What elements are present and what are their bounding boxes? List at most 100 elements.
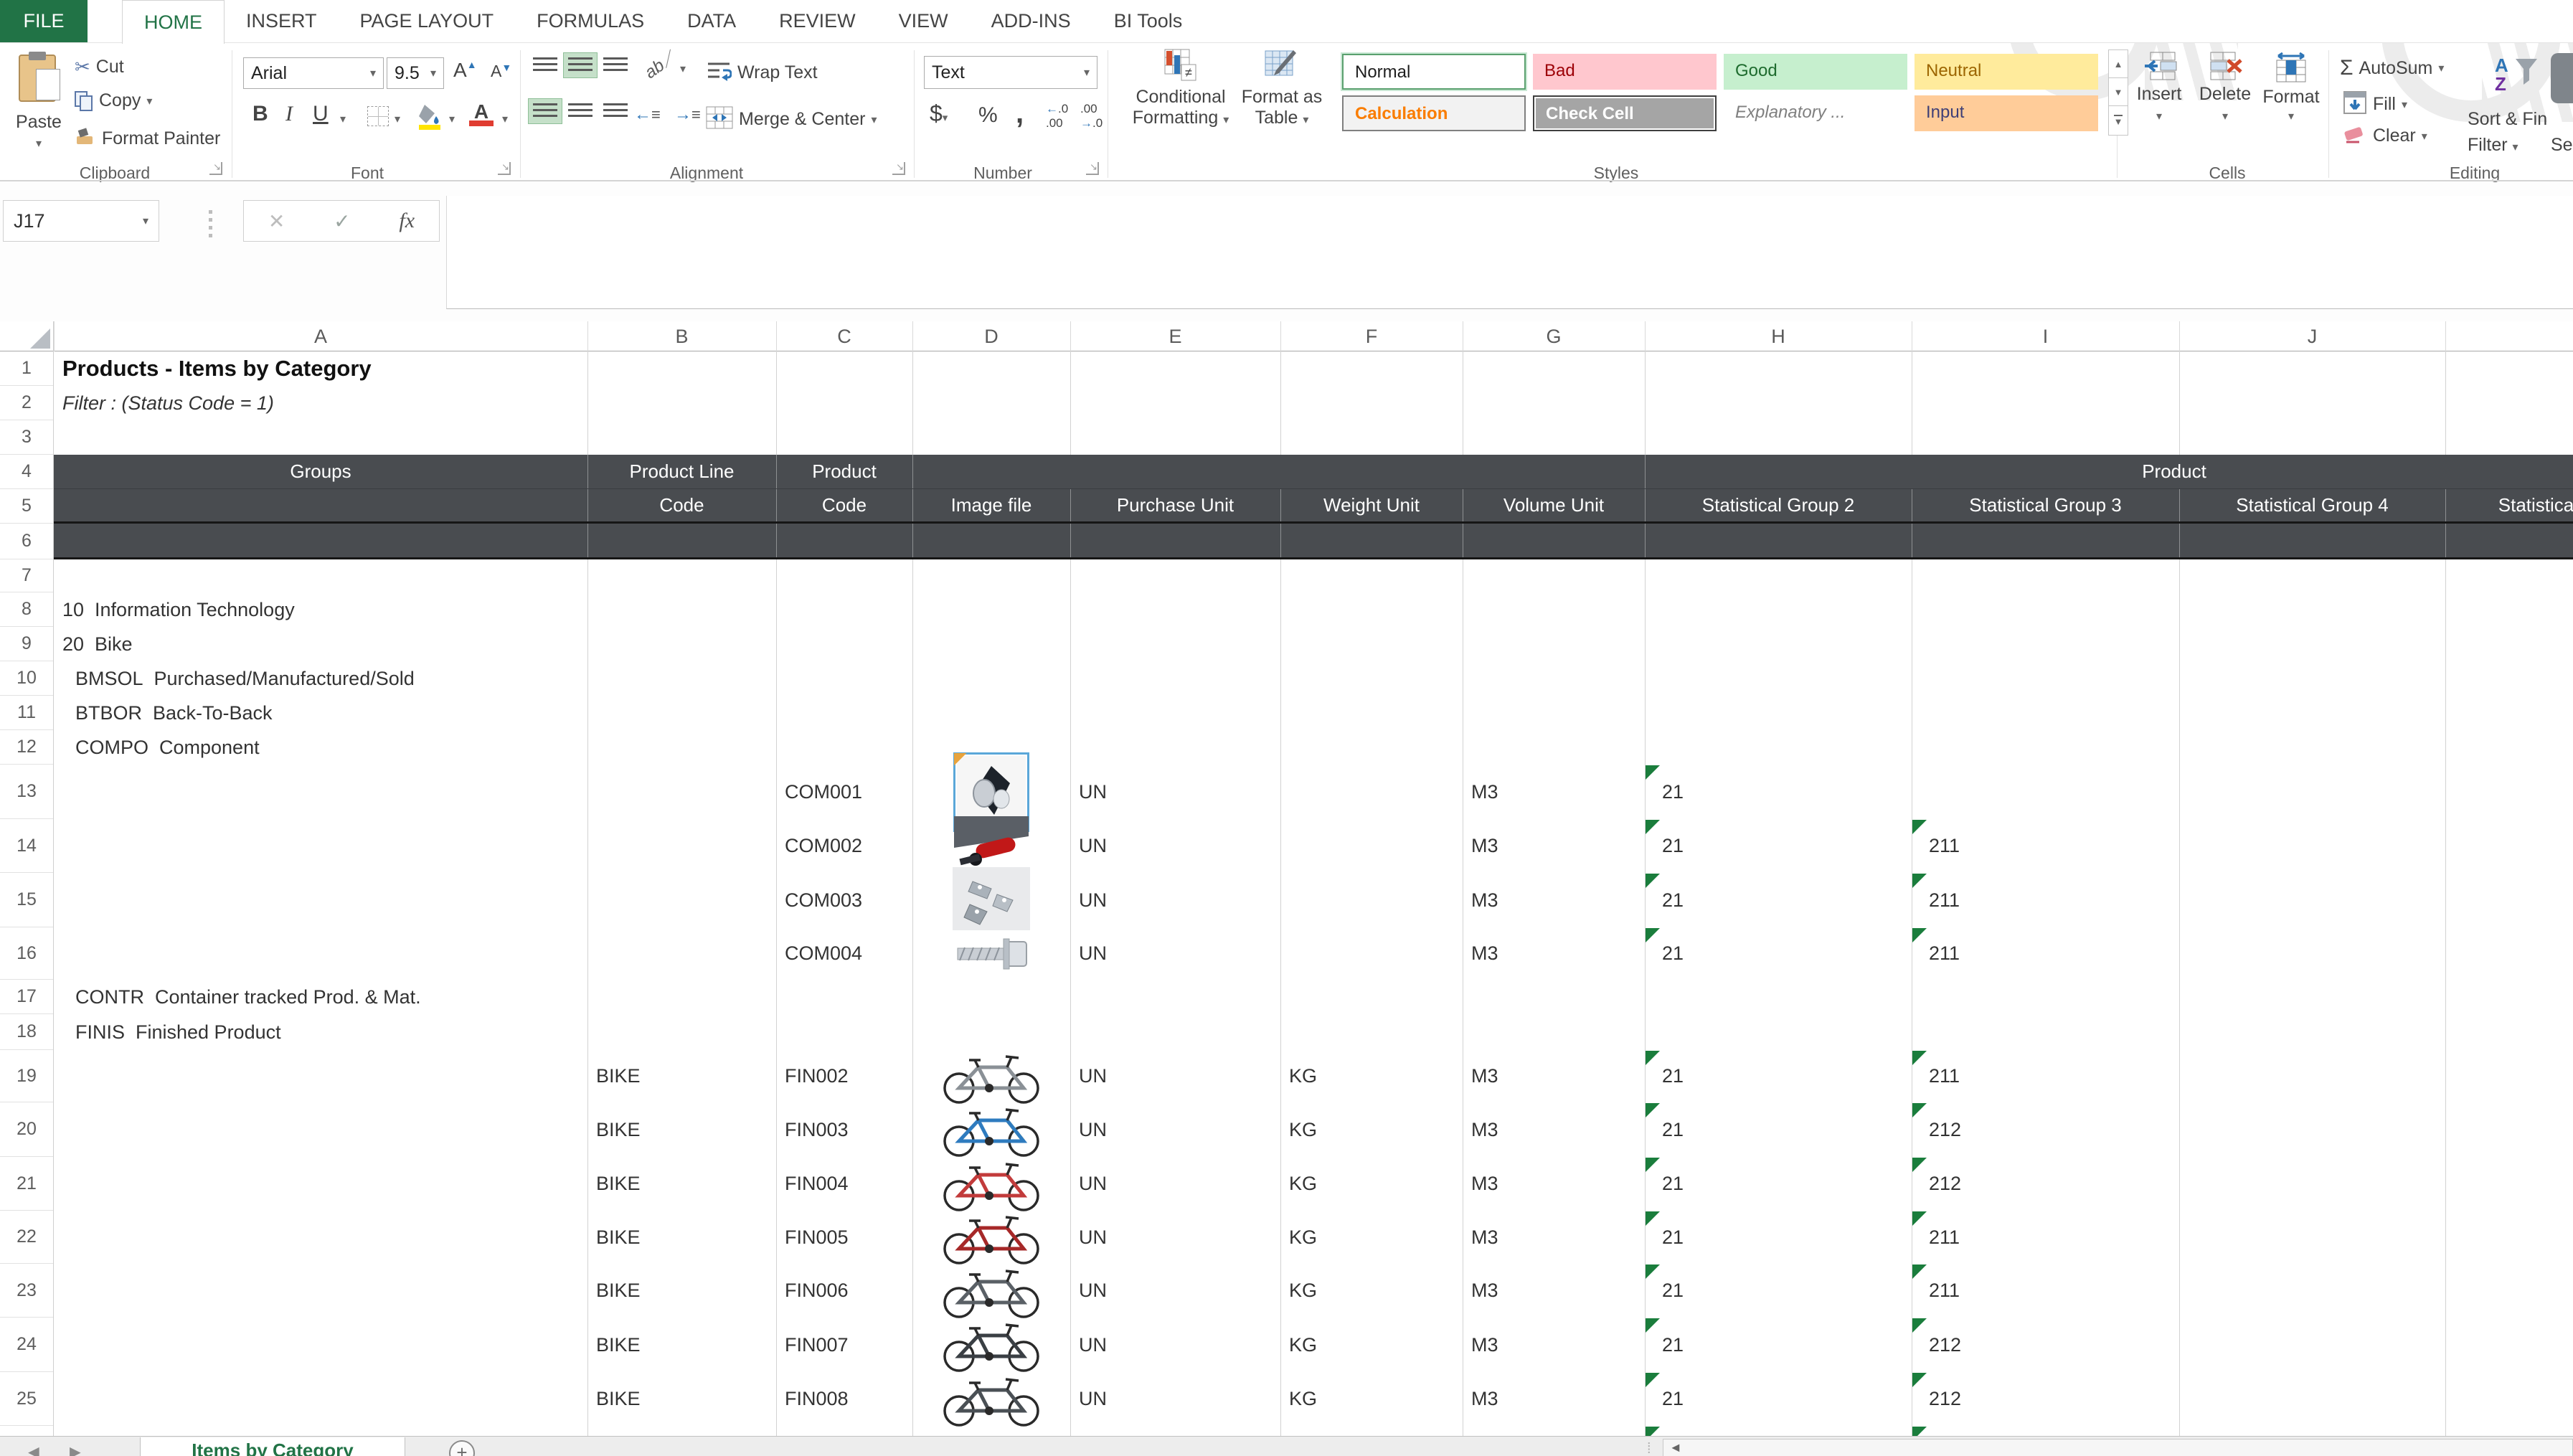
font-color-icon[interactable]: A bbox=[469, 100, 494, 126]
gallery-scroll-down-button[interactable]: ▼ bbox=[2108, 77, 2128, 106]
format-as-table-button[interactable]: Format as Table ▾ bbox=[1235, 49, 1328, 171]
row-header-19[interactable]: 19 bbox=[0, 1050, 53, 1102]
grid-cell-G24[interactable]: M3 bbox=[1463, 1318, 1645, 1372]
align-left-button[interactable] bbox=[529, 99, 562, 123]
tab-formulas[interactable]: FORMULAS bbox=[515, 0, 666, 42]
product-image[interactable] bbox=[912, 765, 1070, 819]
grid-cell-C24[interactable]: FIN007 bbox=[776, 1318, 912, 1372]
tab-bi-tools[interactable]: BI Tools bbox=[1092, 0, 1204, 42]
decrease-indent-icon[interactable]: ←≡ bbox=[634, 105, 661, 125]
grid-cell-F5[interactable]: Weight Unit bbox=[1280, 489, 1463, 521]
cell-style-normal[interactable]: Normal bbox=[1342, 54, 1526, 90]
decrease-font-icon[interactable]: A▼ bbox=[491, 62, 511, 81]
number-format-select[interactable]: Text▾ bbox=[924, 56, 1097, 89]
grid-cell-G14[interactable]: M3 bbox=[1463, 819, 1645, 873]
bold-button[interactable]: B bbox=[252, 102, 268, 126]
grid-cell-B20[interactable]: BIKE bbox=[587, 1102, 776, 1157]
row-header-25[interactable]: 25 bbox=[0, 1372, 53, 1426]
grid-cell-B4[interactable]: Product Line bbox=[587, 455, 776, 488]
grid-cell-B23[interactable]: BIKE bbox=[587, 1264, 776, 1318]
grid-cell-G25[interactable]: M3 bbox=[1463, 1372, 1645, 1426]
grid-cell-E23[interactable]: UN bbox=[1070, 1264, 1280, 1318]
grid-cell-C23[interactable]: FIN006 bbox=[776, 1264, 912, 1318]
center-button[interactable] bbox=[564, 99, 597, 123]
cell-style-explanatory-[interactable]: Explanatory ... bbox=[1724, 95, 1907, 131]
product-image[interactable] bbox=[912, 1264, 1070, 1318]
grid-cell-C20[interactable]: FIN003 bbox=[776, 1102, 912, 1157]
increase-indent-icon[interactable]: →≡ bbox=[674, 105, 701, 125]
name-box[interactable]: J17 ▾ bbox=[3, 200, 159, 242]
product-image[interactable] bbox=[912, 873, 1070, 927]
grid-cell-G21[interactable]: M3 bbox=[1463, 1157, 1645, 1211]
grid-cell-B21[interactable]: BIKE bbox=[587, 1157, 776, 1211]
copy-button[interactable]: Copy ▾ bbox=[75, 90, 152, 111]
grid-cell-I24[interactable]: 212 bbox=[1912, 1318, 2179, 1372]
gallery-scroll-up-button[interactable]: ▲ bbox=[2108, 49, 2128, 78]
product-image[interactable] bbox=[912, 1157, 1070, 1211]
grid-cell-I23[interactable]: 211 bbox=[1912, 1264, 2179, 1318]
row-header-14[interactable]: 14 bbox=[0, 819, 53, 873]
clipboard-dialog-launcher[interactable]: ↘ bbox=[209, 162, 222, 175]
grid-cell-G22[interactable]: M3 bbox=[1463, 1211, 1645, 1264]
grid-cell-I14[interactable]: 211 bbox=[1912, 819, 2179, 873]
format-painter-button[interactable]: Format Painter bbox=[75, 126, 220, 151]
grid-cell-C13[interactable]: COM001 bbox=[776, 765, 912, 819]
grid-cell-E14[interactable]: UN bbox=[1070, 819, 1280, 873]
grid-cell-C14[interactable]: COM002 bbox=[776, 819, 912, 873]
chevron-down-icon[interactable]: ▾ bbox=[449, 112, 455, 126]
fill-color-icon[interactable] bbox=[416, 102, 445, 134]
grid-cell-C25[interactable]: FIN008 bbox=[776, 1372, 912, 1426]
grid-cell-F25[interactable]: KG bbox=[1280, 1372, 1463, 1426]
grid-cell-A18[interactable]: FINIS Finished Product bbox=[54, 1014, 587, 1050]
chevron-down-icon[interactable]: ▾ bbox=[502, 112, 508, 126]
column-header-H[interactable]: H bbox=[1645, 321, 1912, 351]
grid-cell-I19[interactable]: 211 bbox=[1912, 1050, 2179, 1102]
cell-style-neutral[interactable]: Neutral bbox=[1915, 54, 2098, 90]
grid-cell-G23[interactable]: M3 bbox=[1463, 1264, 1645, 1318]
find-select-icon[interactable] bbox=[2551, 53, 2573, 103]
column-header-J[interactable]: J bbox=[2179, 321, 2445, 351]
alignment-dialog-launcher[interactable]: ↘ bbox=[892, 162, 905, 175]
column-header-A[interactable]: A bbox=[54, 321, 587, 351]
chevron-down-icon[interactable]: ▾ bbox=[395, 112, 400, 126]
row-header-22[interactable]: 22 bbox=[0, 1211, 53, 1264]
autosum-button[interactable]: Σ AutoSum ▾ bbox=[2340, 56, 2444, 80]
row-header-23[interactable]: 23 bbox=[0, 1264, 53, 1318]
merge-center-button[interactable]: Merge & Center ▾ bbox=[706, 106, 877, 133]
grid-cell-E21[interactable]: UN bbox=[1070, 1157, 1280, 1211]
cell-style-calculation[interactable]: Calculation bbox=[1342, 95, 1526, 131]
grid-cell-H15[interactable]: 21 bbox=[1645, 873, 1912, 927]
top-align-button[interactable] bbox=[529, 53, 562, 77]
grid-cell-C19[interactable]: FIN002 bbox=[776, 1050, 912, 1102]
grid-cell-K5[interactable]: Statistical Group 5 bbox=[2445, 489, 2573, 521]
grid-cell-I5[interactable]: Statistical Group 3 bbox=[1912, 489, 2179, 521]
grid-cell-H20[interactable]: 21 bbox=[1645, 1102, 1912, 1157]
next-sheet-icon[interactable]: ► bbox=[66, 1441, 85, 1456]
formula-input[interactable] bbox=[446, 196, 2573, 309]
grid-cell-G5[interactable]: Volume Unit bbox=[1463, 489, 1645, 521]
grid-cell-E16[interactable]: UN bbox=[1070, 927, 1280, 980]
grid-cell-C15[interactable]: COM003 bbox=[776, 873, 912, 927]
insert-function-icon[interactable]: fx bbox=[399, 209, 415, 233]
row-header-3[interactable]: 3 bbox=[0, 420, 53, 455]
grid-cell-H14[interactable]: 21 bbox=[1645, 819, 1912, 873]
cell-style-good[interactable]: Good bbox=[1724, 54, 1907, 90]
orientation-button[interactable]: ab⟋ bbox=[641, 49, 679, 83]
wrap-text-button[interactable]: Wrap Text bbox=[706, 60, 818, 85]
grid-cell-C21[interactable]: FIN004 bbox=[776, 1157, 912, 1211]
row-header-12[interactable]: 12 bbox=[0, 730, 53, 765]
grid-cell-I16[interactable]: 211 bbox=[1912, 927, 2179, 980]
row-header-8[interactable]: 8 bbox=[0, 592, 53, 627]
grid-cell-H13[interactable]: 21 bbox=[1645, 765, 1912, 819]
tab-file[interactable]: FILE bbox=[0, 0, 88, 42]
grid-cell-A2[interactable]: Filter : (Status Code = 1) bbox=[54, 386, 587, 420]
column-header-G[interactable]: G bbox=[1463, 321, 1645, 351]
comma-style-button[interactable]: , bbox=[1016, 98, 1024, 130]
grid-cell-F19[interactable]: KG bbox=[1280, 1050, 1463, 1102]
delete-cells-button[interactable]: Delete ▾ bbox=[2194, 52, 2257, 170]
cell-style-bad[interactable]: Bad bbox=[1533, 54, 1717, 90]
cancel-icon[interactable]: ✕ bbox=[268, 209, 285, 233]
sheet-tab-items-by-category[interactable]: Items by Category bbox=[140, 1437, 405, 1456]
scrollbar-grip[interactable]: ⁞ bbox=[1647, 1441, 1651, 1456]
column-header-E[interactable]: E bbox=[1070, 321, 1280, 351]
